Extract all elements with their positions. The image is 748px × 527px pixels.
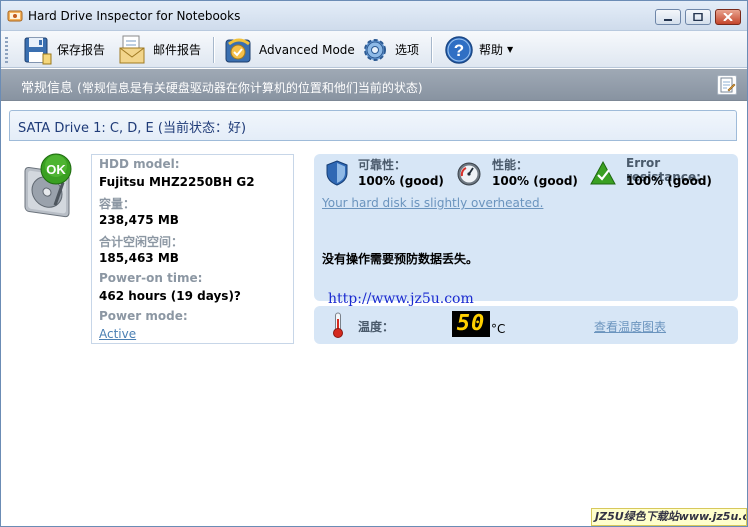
save-disk-icon <box>24 37 52 64</box>
section-subtitle: (常规信息是有关硬盘驱动器在你计算机的位置和他们当前的状态) <box>77 81 423 95</box>
help-icon: ? <box>445 35 473 64</box>
section-edit-button[interactable] <box>717 75 737 95</box>
temperature-label: 温度： <box>358 320 395 334</box>
save-report-button[interactable]: 保存报告 <box>21 33 105 66</box>
mail-report-button[interactable]: 邮件报告 <box>117 33 201 66</box>
svg-text:OK: OK <box>46 162 66 177</box>
advanced-mode-label: Advanced Mode <box>259 42 355 57</box>
drive-title: SATA Drive 1: C, D, E (当前状态：好) <box>18 121 247 136</box>
section-title: 常规信息 (常规信息是有关硬盘驱动器在你计算机的位置和他们当前的状态) <box>21 77 423 96</box>
power-on-time-label: Power-on time: <box>99 271 203 285</box>
maximize-button[interactable] <box>685 9 711 25</box>
temperature-panel: 温度： 50 °C 查看温度图表 <box>314 306 738 344</box>
save-report-label: 保存报告 <box>57 43 106 57</box>
options-button[interactable]: 选项 <box>359 33 419 66</box>
toolbar-grip[interactable] <box>5 37 8 63</box>
hdd-model-label: HDD model: <box>99 157 180 171</box>
gear-icon <box>364 38 386 61</box>
shield-icon <box>326 160 348 186</box>
mail-icon <box>119 35 145 63</box>
section-header: 常规信息 (常规信息是有关硬盘驱动器在你计算机的位置和他们当前的状态) <box>1 69 747 101</box>
free-space-label: 合计空闲空间： <box>99 235 184 249</box>
power-mode-link[interactable]: Active <box>99 327 136 341</box>
error-resistance-value: 100% (good) <box>626 174 712 188</box>
window-title: Hard Drive Inspector for Notebooks <box>28 9 241 23</box>
ok-badge: OK <box>40 153 72 185</box>
close-icon <box>723 13 733 21</box>
temperature-chart-link[interactable]: 查看温度图表 <box>594 318 666 335</box>
minimize-icon <box>664 19 672 21</box>
reliability-value: 100% (good) <box>358 174 444 188</box>
svg-text:?: ? <box>454 41 464 60</box>
thermometer-icon <box>333 312 343 338</box>
help-label: 帮助 <box>479 43 504 57</box>
toolbar-separator <box>431 37 432 63</box>
advanced-mode-icon <box>225 38 251 62</box>
drive-panel-header[interactable]: SATA Drive 1: C, D, E (当前状态：好) <box>9 110 737 140</box>
options-label: 选项 <box>395 43 420 57</box>
performance-value: 100% (good) <box>492 174 578 188</box>
reliability-label: 可靠性： <box>358 158 407 172</box>
footer-banner: JZ5U绿色下载站www.jz5u.com <box>591 508 747 526</box>
power-on-time-value: 462 hours (19 days)? <box>99 289 241 303</box>
performance-label: 性能： <box>492 158 529 172</box>
capacity-label: 容量： <box>99 197 136 211</box>
hdd-icon: OK <box>24 153 72 218</box>
capacity-value: 238,475 MB <box>99 213 179 227</box>
maximize-icon <box>693 13 703 21</box>
status-note: 没有操作需要预防数据丢失。 <box>322 252 479 266</box>
warning-triangle-icon <box>590 160 616 185</box>
overheat-warning-link[interactable]: Your hard disk is slightly overheated. <box>322 196 543 210</box>
app-icon <box>7 10 23 22</box>
help-button[interactable]: ? 帮助 ▼ <box>443 33 513 66</box>
toolbar-separator <box>213 37 214 63</box>
power-mode-label: Power mode: <box>99 309 188 323</box>
free-space-value: 185,463 MB <box>99 251 179 265</box>
close-button[interactable] <box>715 9 741 25</box>
toolbar: 保存报告 邮件报告 Advanced Mode 选项 ? 帮助 ▼ <box>1 31 747 68</box>
hdd-model-value: Fujitsu MHZ2250BH G2 <box>99 175 255 189</box>
mail-report-label: 邮件报告 <box>153 43 202 57</box>
advanced-mode-button[interactable]: Advanced Mode <box>223 33 355 66</box>
minimize-button[interactable] <box>655 9 681 25</box>
drive-info-box: HDD model: Fujitsu MHZ2250BH G2 容量： 238,… <box>91 154 294 344</box>
status-panel: 可靠性： 100% (good) 性能： 100% (good) Error r… <box>314 154 738 301</box>
gauge-icon <box>457 162 481 186</box>
temperature-display: 50 <box>452 311 490 337</box>
title-bar[interactable]: Hard Drive Inspector for Notebooks <box>1 1 747 31</box>
drive-divider <box>9 140 737 141</box>
temperature-unit: °C <box>491 322 506 336</box>
watermark-url: http://www.jz5u.com <box>328 291 474 307</box>
main-window: Hard Drive Inspector for Notebooks 保存报告 <box>0 0 748 527</box>
edit-page-icon <box>720 77 736 93</box>
section-title-text: 常规信息 <box>21 81 74 96</box>
help-dropdown-icon[interactable]: ▼ <box>507 45 513 54</box>
